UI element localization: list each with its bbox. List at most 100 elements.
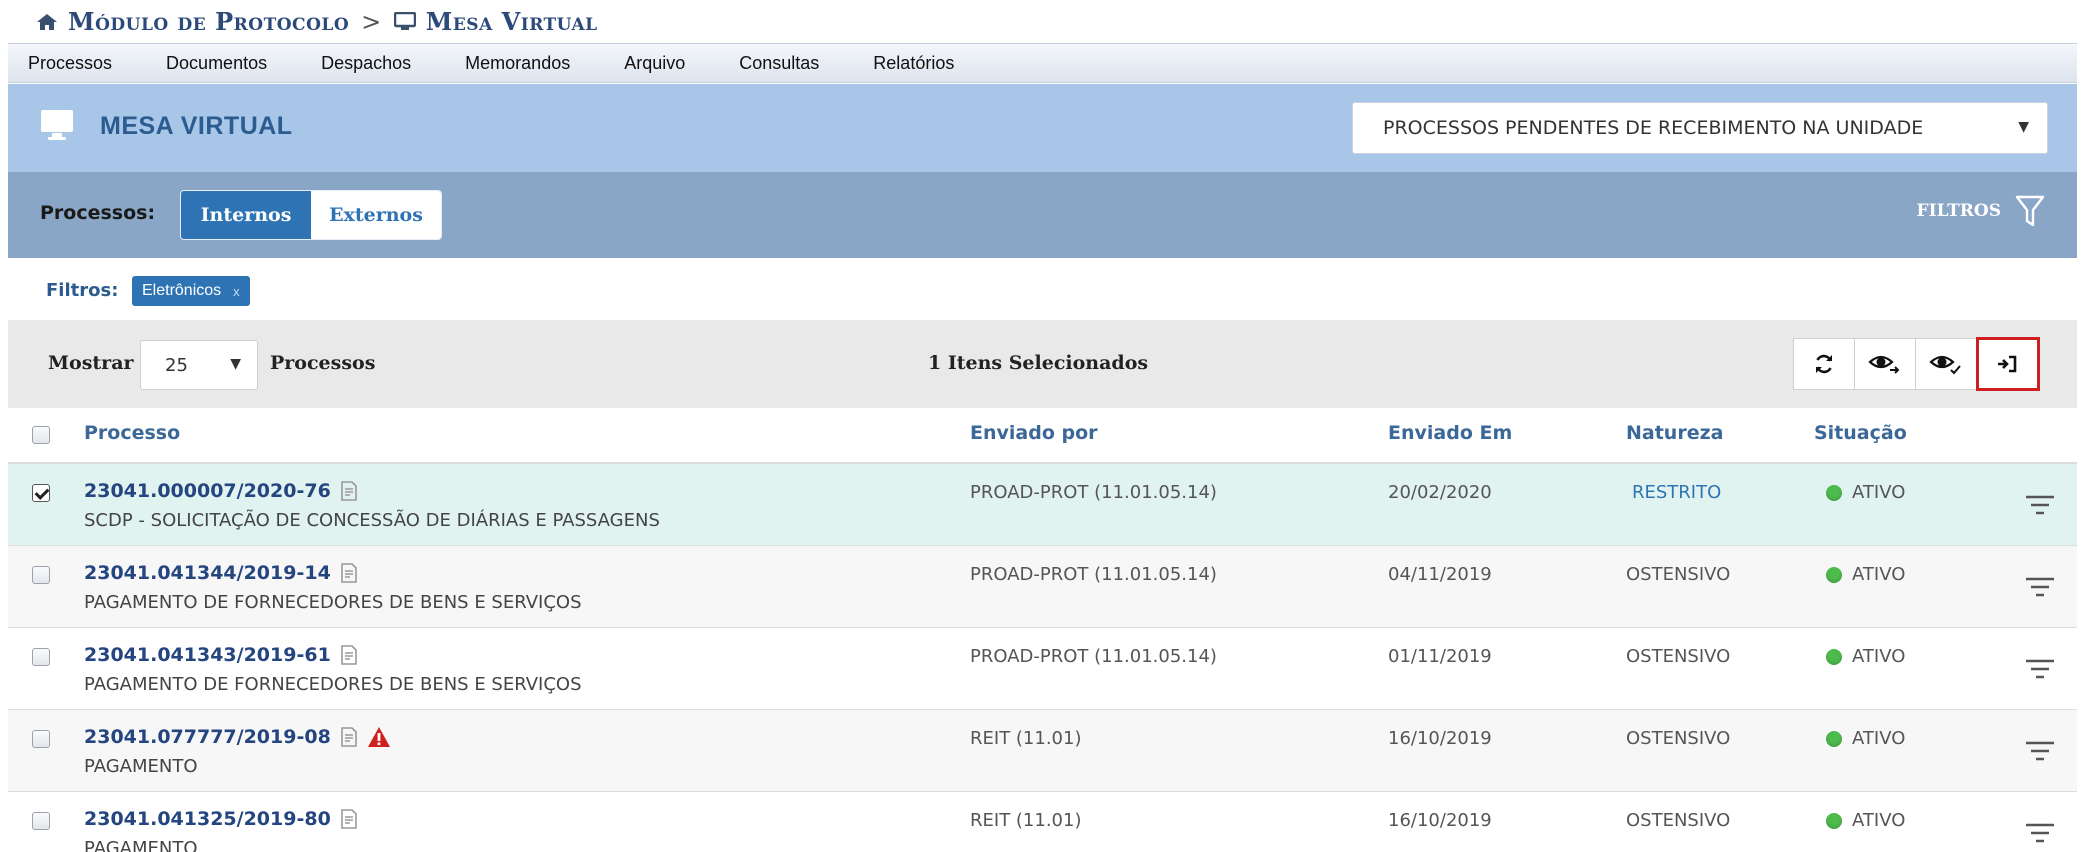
nature: OSTENSIVO: [1626, 810, 1731, 831]
row-menu-icon[interactable]: [2025, 822, 2055, 848]
document-icon: [339, 644, 359, 666]
process-number[interactable]: 23041.077777/2019-08: [84, 726, 331, 748]
sent-at: 16/10/2019: [1388, 810, 1492, 831]
sent-at: 20/02/2020: [1388, 482, 1492, 503]
caret-down-icon: ▼: [2018, 119, 2029, 135]
process-number[interactable]: 23041.041344/2019-14: [84, 562, 331, 584]
process-number-link[interactable]: 23041.041344/2019-14: [84, 562, 359, 584]
process-number-link[interactable]: 23041.041325/2019-80: [84, 808, 359, 830]
process-description: PAGAMENTO DE FORNECEDORES DE BENS E SERV…: [84, 674, 582, 695]
process-number[interactable]: 23041.041325/2019-80: [84, 808, 331, 830]
nature: OSTENSIVO: [1626, 646, 1731, 667]
sent-at: 01/11/2019: [1388, 646, 1492, 667]
refresh-icon: [1816, 354, 1832, 374]
select-all-checkbox[interactable]: [32, 426, 50, 444]
row-menu-icon[interactable]: [2025, 740, 2055, 766]
action-buttons: [1793, 337, 2040, 391]
sent-by: REIT (11.01): [970, 810, 1082, 831]
monitor-icon: [393, 11, 416, 32]
filter-chip-remove[interactable]: x: [233, 284, 240, 299]
table-row[interactable]: 23041.041343/2019-61 PAGAMENTO DE FORNEC…: [8, 628, 2085, 710]
status-label: ATIVO: [1852, 728, 1906, 749]
tab-externos[interactable]: Externos: [311, 191, 441, 239]
active-filters-label: Filtros:: [46, 280, 119, 301]
row-checkbox[interactable]: [32, 566, 50, 584]
filter-chip-label: Eletrônicos: [142, 282, 222, 299]
left-edge: [0, 43, 8, 852]
sent-by: REIT (11.01): [970, 728, 1082, 749]
process-number-link[interactable]: 23041.077777/2019-08: [84, 726, 391, 748]
table-row[interactable]: 23041.041325/2019-80 PAGAMENTO REIT (11.…: [8, 792, 2085, 852]
column-enviado-em[interactable]: Enviado Em: [1388, 422, 1512, 444]
eye-check-icon: [1929, 355, 1961, 375]
column-natureza[interactable]: Natureza: [1626, 422, 1723, 444]
status: ATIVO: [1826, 646, 1905, 667]
caret-down-icon: ▼: [230, 356, 241, 372]
page-size-suffix: Processos: [270, 352, 376, 374]
process-description: PAGAMENTO DE FORNECEDORES DE BENS E SERV…: [84, 592, 582, 613]
column-situacao[interactable]: Situação: [1814, 422, 1907, 444]
status: ATIVO: [1826, 728, 1905, 749]
row-checkbox[interactable]: [32, 648, 50, 666]
row-checkbox[interactable]: [32, 730, 50, 748]
filters-button[interactable]: FILTROS: [1917, 194, 2045, 228]
row-menu-icon[interactable]: [2025, 658, 2055, 684]
row-checkbox[interactable]: [32, 812, 50, 830]
row-checkbox[interactable]: [32, 484, 50, 502]
process-number[interactable]: 23041.041343/2019-61: [84, 644, 331, 666]
menu-consultas[interactable]: Consultas: [739, 53, 819, 74]
breadcrumb-module[interactable]: Módulo de Protocolo: [68, 7, 349, 36]
page-size-select[interactable]: 25 ▼: [140, 340, 258, 390]
view-check-button[interactable]: [1915, 338, 1977, 390]
table-row[interactable]: 23041.077777/2019-08 PAGAMENTO REIT (11.…: [8, 710, 2085, 792]
menu-relatorios[interactable]: Relatórios: [873, 53, 954, 74]
menu-processos[interactable]: Processos: [28, 53, 112, 74]
status-dot-icon: [1826, 812, 1842, 829]
status-dot-icon: [1826, 730, 1842, 747]
sent-at: 16/10/2019: [1388, 728, 1492, 749]
selected-count: 1 Itens Selecionados: [928, 352, 1149, 374]
menu-documentos[interactable]: Documentos: [166, 53, 267, 74]
document-icon: [339, 808, 359, 830]
status-label: ATIVO: [1852, 564, 1906, 585]
status-dot-icon: [1826, 566, 1842, 583]
scrollbar[interactable]: [2077, 43, 2085, 852]
view-forward-button[interactable]: [1854, 338, 1916, 390]
document-icon: [339, 480, 359, 502]
processes-toggle-group: Internos Externos: [180, 190, 442, 240]
view-select-value: PROCESSOS PENDENTES DE RECEBIMENTO NA UN…: [1383, 117, 1924, 139]
tab-internos[interactable]: Internos: [181, 191, 311, 239]
status-dot-icon: [1826, 648, 1842, 665]
status: ATIVO: [1826, 810, 1905, 831]
sent-by: PROAD-PROT (11.01.05.14): [970, 482, 1217, 503]
filters-label: FILTROS: [1916, 201, 2001, 221]
page-header: MESA VIRTUAL PROCESSOS PENDENTES DE RECE…: [8, 84, 2085, 172]
breadcrumb: Módulo de Protocolo > Mesa Virtual: [0, 0, 2085, 43]
row-menu-icon[interactable]: [2025, 494, 2055, 520]
menu-arquivo[interactable]: Arquivo: [624, 53, 685, 74]
filter-chip: Eletrônicos x: [132, 276, 250, 306]
column-enviado-por[interactable]: Enviado por: [970, 422, 1098, 444]
breadcrumb-current: Mesa Virtual: [425, 7, 598, 36]
table-row[interactable]: 23041.041344/2019-14 PAGAMENTO DE FORNEC…: [8, 546, 2085, 628]
column-processo[interactable]: Processo: [84, 422, 180, 444]
sent-at: 04/11/2019: [1388, 564, 1492, 585]
process-number[interactable]: 23041.000007/2020-76: [84, 480, 331, 502]
receive-button[interactable]: [1976, 337, 2040, 391]
home-icon[interactable]: [36, 13, 58, 31]
refresh-button[interactable]: [1793, 338, 1855, 390]
process-number-link[interactable]: 23041.041343/2019-61: [84, 644, 359, 666]
process-number-link[interactable]: 23041.000007/2020-76: [84, 480, 359, 502]
warning-icon: [367, 726, 391, 748]
status-label: ATIVO: [1852, 482, 1906, 503]
processes-label: Processos:: [40, 202, 156, 224]
view-select[interactable]: PROCESSOS PENDENTES DE RECEBIMENTO NA UN…: [1352, 102, 2048, 154]
menu-memorandos[interactable]: Memorandos: [465, 53, 570, 74]
table-row[interactable]: 23041.000007/2020-76 SCDP - SOLICITAÇÃO …: [8, 464, 2085, 546]
desktop-icon: [40, 108, 74, 146]
receive-icon: [1998, 355, 2017, 373]
sent-by: PROAD-PROT (11.01.05.14): [970, 646, 1217, 667]
menu-despachos[interactable]: Despachos: [321, 53, 411, 74]
row-menu-icon[interactable]: [2025, 576, 2055, 602]
process-description: SCDP - SOLICITAÇÃO DE CONCESSÃO DE DIÁRI…: [84, 510, 660, 531]
